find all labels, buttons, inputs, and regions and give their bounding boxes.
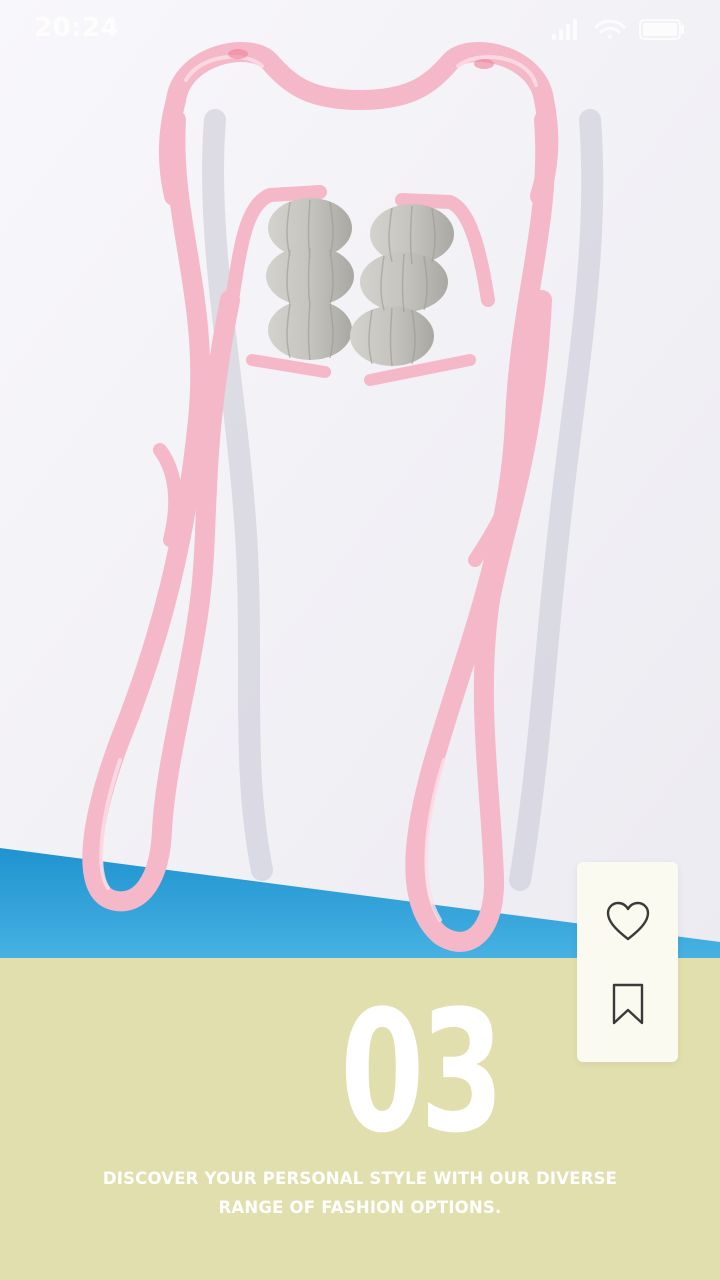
status-icons xyxy=(552,19,684,40)
action-card xyxy=(577,862,678,1062)
like-button[interactable] xyxy=(577,882,678,962)
signal-icon xyxy=(552,19,577,40)
status-bar: 20:24 xyxy=(0,0,720,56)
slide-tagline: DISCOVER YOUR PERSONAL STYLE WITH OUR DI… xyxy=(102,1169,618,1217)
status-time: 20:24 xyxy=(34,13,120,43)
wifi-icon xyxy=(594,19,626,39)
product-image xyxy=(0,0,720,958)
battery-icon xyxy=(639,19,684,40)
bookmark-icon xyxy=(612,983,643,1025)
heart-icon xyxy=(606,901,649,941)
bookmark-button[interactable] xyxy=(577,964,678,1044)
